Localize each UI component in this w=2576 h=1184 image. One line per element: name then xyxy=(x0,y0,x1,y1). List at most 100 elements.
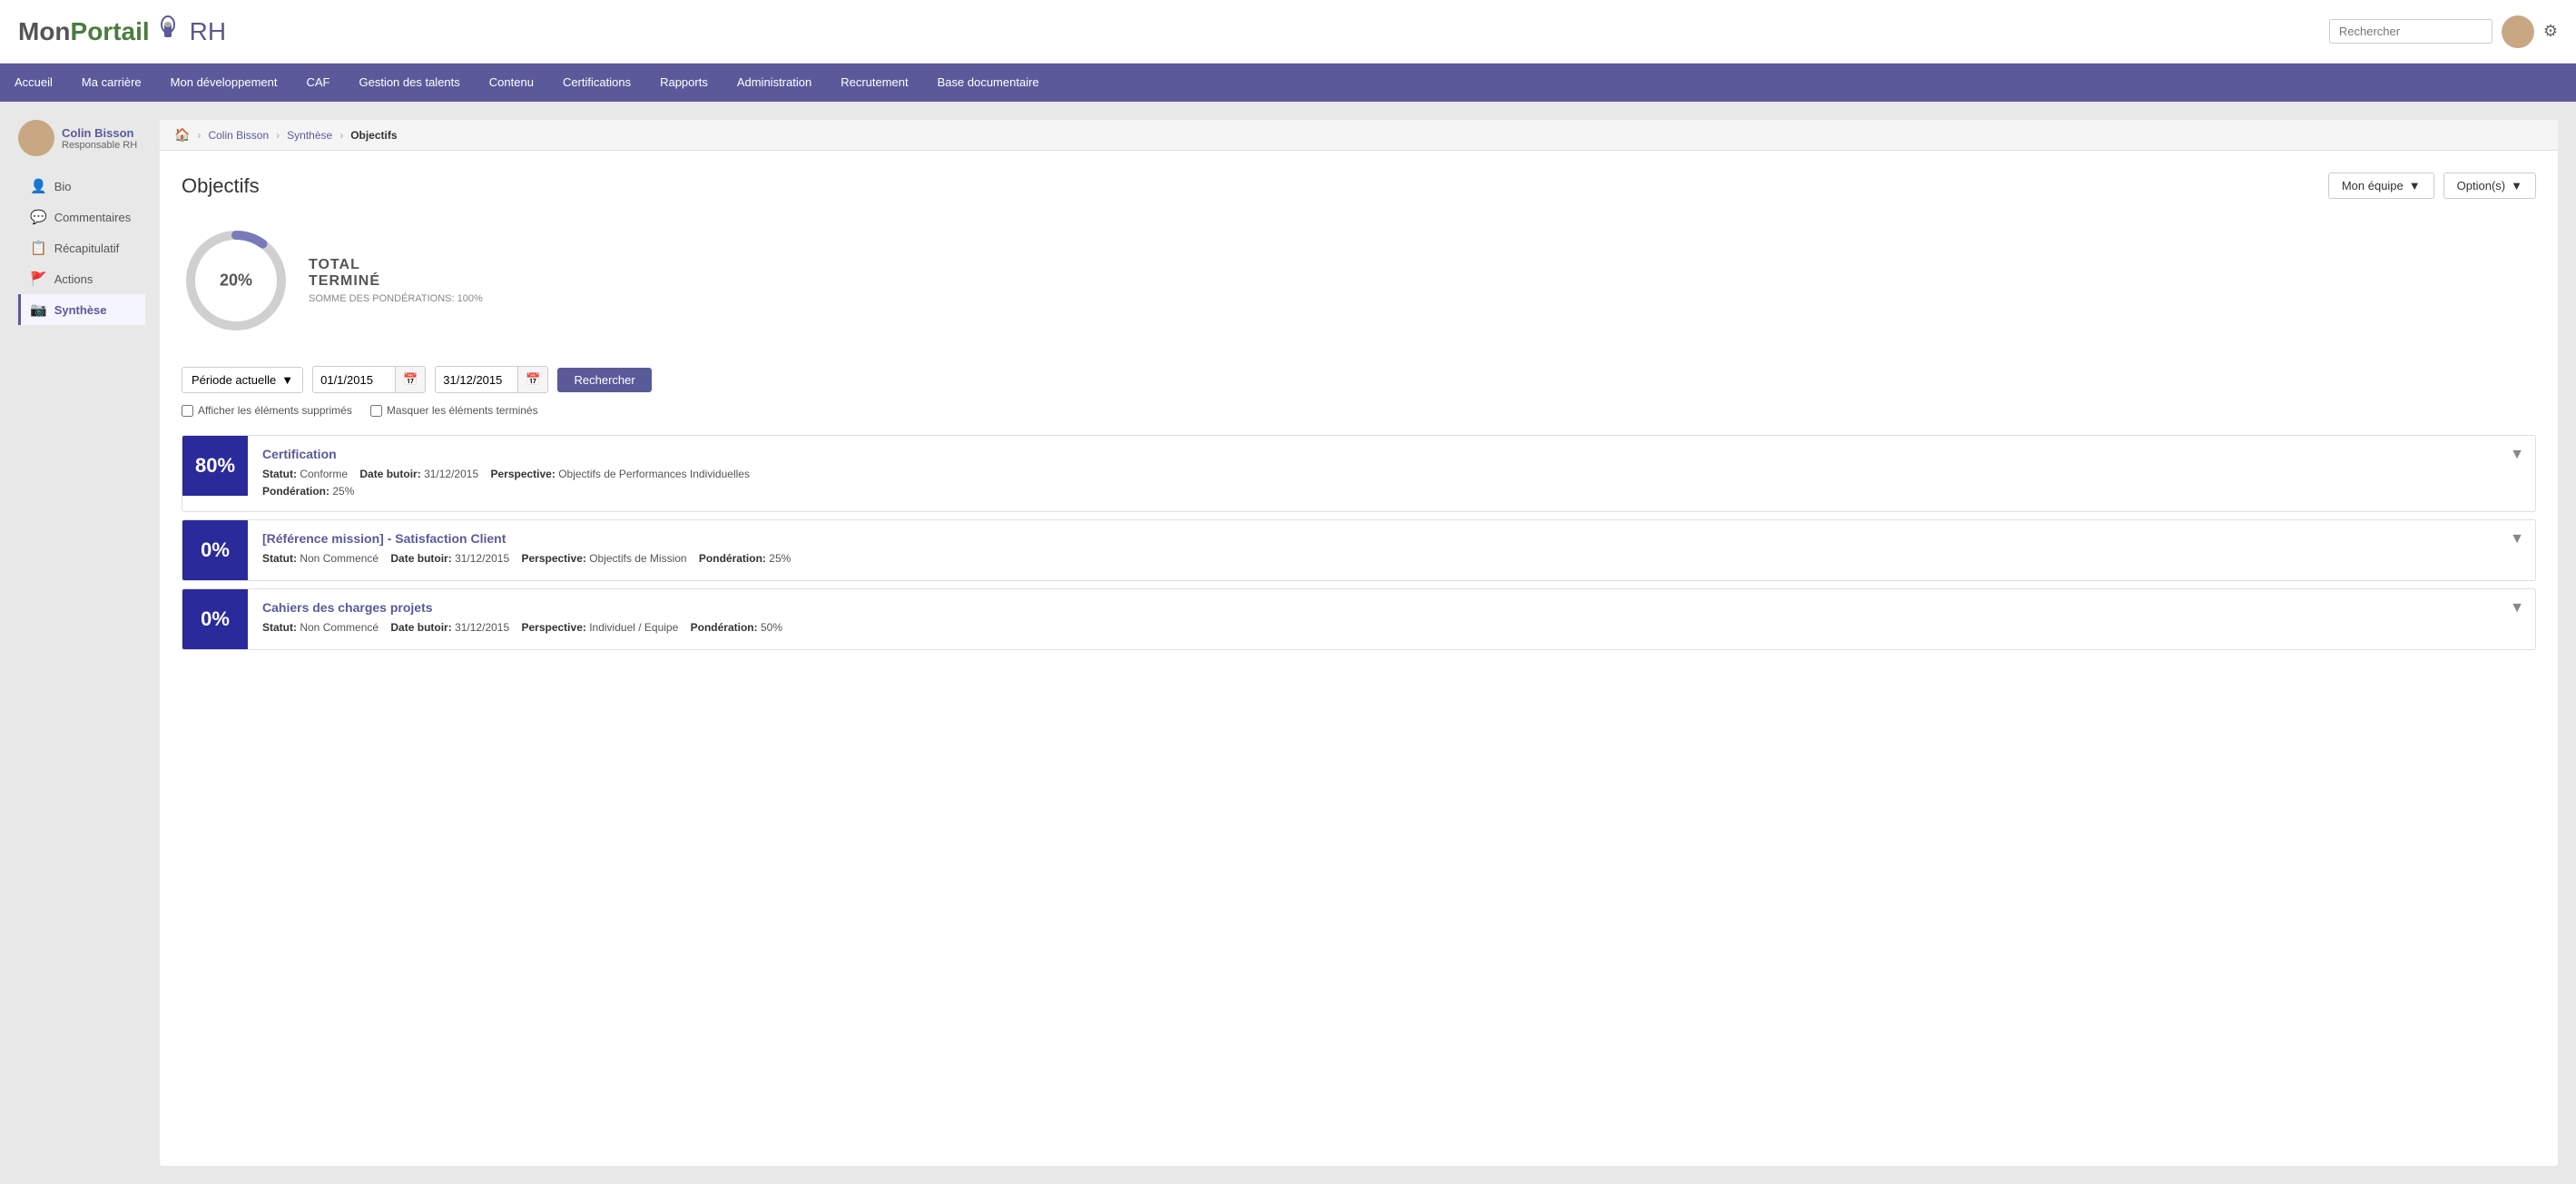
objective-item: 80% Certification Statut: Conforme Date … xyxy=(182,435,2536,512)
mon-equipe-label: Mon équipe xyxy=(2342,179,2404,192)
obj-title-2[interactable]: Cahiers des charges projets xyxy=(262,600,2521,615)
obj-meta-2: Statut: Non Commencé Date butoir: 31/12/… xyxy=(262,619,2521,636)
obj-date-label-1: Date butoir: xyxy=(390,552,451,565)
obj-info-1: [Référence mission] - Satisfaction Clien… xyxy=(248,520,2535,578)
logo-rh: RH xyxy=(190,17,226,46)
synthese-icon: 📷 xyxy=(30,301,47,318)
chart-total-label: TOTAL xyxy=(309,257,483,273)
filter-row: Période actuelle ▼ 📅 📅 Rechercher xyxy=(182,366,2536,393)
chart-area: 20% TOTAL TERMINÉ SOMME DES PONDÉRATIONS… xyxy=(182,217,2536,344)
sidebar-user-name: Colin Bisson xyxy=(62,126,137,140)
obj-date-val-0: 31/12/2015 xyxy=(424,468,478,480)
obj-statut-label-2: Statut: xyxy=(262,621,297,634)
sidebar-item-recapitulatif[interactable]: 📋 Récapitulatif xyxy=(18,232,145,263)
nav-rapports[interactable]: Rapports xyxy=(645,64,723,102)
checkbox-supprimes[interactable] xyxy=(182,405,193,417)
obj-ponder-val-0: 25% xyxy=(332,485,354,498)
sidebar-item-synthese-label: Synthèse xyxy=(54,303,107,317)
obj-perspective-label-1: Perspective: xyxy=(521,552,585,565)
obj-meta-0: Statut: Conforme Date butoir: 31/12/2015… xyxy=(262,466,2521,500)
obj-info-2: Cahiers des charges projets Statut: Non … xyxy=(248,589,2535,647)
objective-item: 0% [Référence mission] - Satisfaction Cl… xyxy=(182,519,2536,581)
obj-perspective-val-2: Individuel / Equipe xyxy=(589,621,678,634)
sidebar-user: Colin Bisson Responsable RH xyxy=(18,120,145,156)
sidebar-user-role: Responsable RH xyxy=(62,140,137,151)
recapitulatif-icon: 📋 xyxy=(30,240,47,256)
obj-ponder-val-1: 25% xyxy=(769,552,791,565)
nav-ma-carriere[interactable]: Ma carrière xyxy=(67,64,156,102)
obj-perspective-label-0: Perspective: xyxy=(490,468,555,480)
header-buttons: Mon équipe ▼ Option(s) ▼ xyxy=(2328,173,2536,199)
obj-score-0: 80% xyxy=(182,436,248,496)
nav-base-documentaire[interactable]: Base documentaire xyxy=(923,64,1054,102)
date-to-input[interactable] xyxy=(436,368,517,392)
search-button[interactable]: Rechercher xyxy=(557,368,651,392)
obj-ponder-label-1: Pondération: xyxy=(699,552,766,565)
page-title: Objectifs xyxy=(182,174,260,198)
chart-info: TOTAL TERMINÉ SOMME DES PONDÉRATIONS: 10… xyxy=(309,257,483,304)
header-right: ⚙ xyxy=(2329,15,2558,48)
obj-statut-label-1: Statut: xyxy=(262,552,297,565)
date-from-icon[interactable]: 📅 xyxy=(395,367,425,392)
nav-contenu[interactable]: Contenu xyxy=(475,64,548,102)
nav-administration[interactable]: Administration xyxy=(723,64,826,102)
period-chevron-icon: ▼ xyxy=(281,373,293,387)
obj-ponder-label-0: Pondération: xyxy=(262,485,329,498)
checkbox-supprimes-label[interactable]: Afficher les éléments supprimés xyxy=(182,404,352,417)
options-label: Option(s) xyxy=(2457,179,2505,192)
logo-portail: Portail xyxy=(71,17,150,45)
nav-recrutement[interactable]: Recrutement xyxy=(826,64,922,102)
obj-ponder-label-2: Pondération: xyxy=(691,621,758,634)
checkbox-termines[interactable] xyxy=(370,405,382,417)
nav-mon-developpement[interactable]: Mon développement xyxy=(156,64,292,102)
obj-date-val-1: 31/12/2015 xyxy=(455,552,509,565)
breadcrumb-section[interactable]: Synthèse xyxy=(287,129,332,142)
nav-caf[interactable]: CAF xyxy=(291,64,344,102)
obj-title-0[interactable]: Certification xyxy=(262,447,2521,461)
home-icon[interactable]: 🏠 xyxy=(174,127,190,143)
search-input[interactable] xyxy=(2329,19,2492,44)
obj-date-val-2: 31/12/2015 xyxy=(455,621,509,634)
nav-certifications[interactable]: Certifications xyxy=(548,64,645,102)
obj-chevron-2[interactable]: ▼ xyxy=(2510,600,2524,617)
sidebar-item-actions[interactable]: 🚩 Actions xyxy=(18,263,145,294)
mon-equipe-button[interactable]: Mon équipe ▼ xyxy=(2328,173,2434,199)
period-select[interactable]: Période actuelle ▼ xyxy=(182,367,303,393)
sidebar-item-recapitulatif-label: Récapitulatif xyxy=(54,242,120,255)
sidebar-item-commentaires-label: Commentaires xyxy=(54,211,132,224)
obj-chevron-0[interactable]: ▼ xyxy=(2510,447,2524,463)
donut-chart: 20% xyxy=(182,226,290,335)
actions-icon: 🚩 xyxy=(30,271,47,287)
nav-accueil[interactable]: Accueil xyxy=(0,64,67,102)
obj-title-1[interactable]: [Référence mission] - Satisfaction Clien… xyxy=(262,531,2521,546)
sidebar-user-avatar xyxy=(18,120,54,156)
gear-icon[interactable]: ⚙ xyxy=(2543,22,2558,41)
breadcrumb-current: Objectifs xyxy=(350,129,397,142)
sidebar-item-bio-label: Bio xyxy=(54,180,72,193)
sidebar-menu: 👤 Bio 💬 Commentaires 📋 Récapitulatif 🚩 A… xyxy=(18,171,145,325)
date-to-icon[interactable]: 📅 xyxy=(517,367,547,392)
date-from-wrap: 📅 xyxy=(312,366,426,393)
options-button[interactable]: Option(s) ▼ xyxy=(2443,173,2536,199)
header: MonPortail RH ⚙ xyxy=(0,0,2576,64)
main-container: Colin Bisson Responsable RH 👤 Bio 💬 Comm… xyxy=(0,102,2576,1184)
period-label: Période actuelle xyxy=(192,373,276,387)
date-from-input[interactable] xyxy=(313,368,395,392)
sidebar-item-commentaires[interactable]: 💬 Commentaires xyxy=(18,202,145,232)
checkbox-row: Afficher les éléments supprimés Masquer … xyxy=(182,404,2536,417)
sidebar-item-bio[interactable]: 👤 Bio xyxy=(18,171,145,202)
obj-statut-val-2: Non Commencé xyxy=(300,621,379,634)
checkbox-termines-label[interactable]: Masquer les éléments terminés xyxy=(370,404,538,417)
chart-termine-label: TERMINÉ xyxy=(309,273,483,290)
breadcrumb-user[interactable]: Colin Bisson xyxy=(208,129,269,142)
logo: MonPortail RH xyxy=(18,15,226,48)
sidebar-user-info: Colin Bisson Responsable RH xyxy=(62,126,137,151)
obj-statut-val-0: Conforme xyxy=(300,468,348,480)
obj-chevron-1[interactable]: ▼ xyxy=(2510,531,2524,548)
obj-meta-1: Statut: Non Commencé Date butoir: 31/12/… xyxy=(262,550,2521,567)
logo-mon: Mon xyxy=(18,17,71,45)
objective-item: 0% Cahiers des charges projets Statut: N… xyxy=(182,588,2536,650)
sidebar-item-synthese[interactable]: 📷 Synthèse xyxy=(18,294,145,325)
nav-gestion-talents[interactable]: Gestion des talents xyxy=(344,64,474,102)
avatar xyxy=(2502,15,2534,48)
